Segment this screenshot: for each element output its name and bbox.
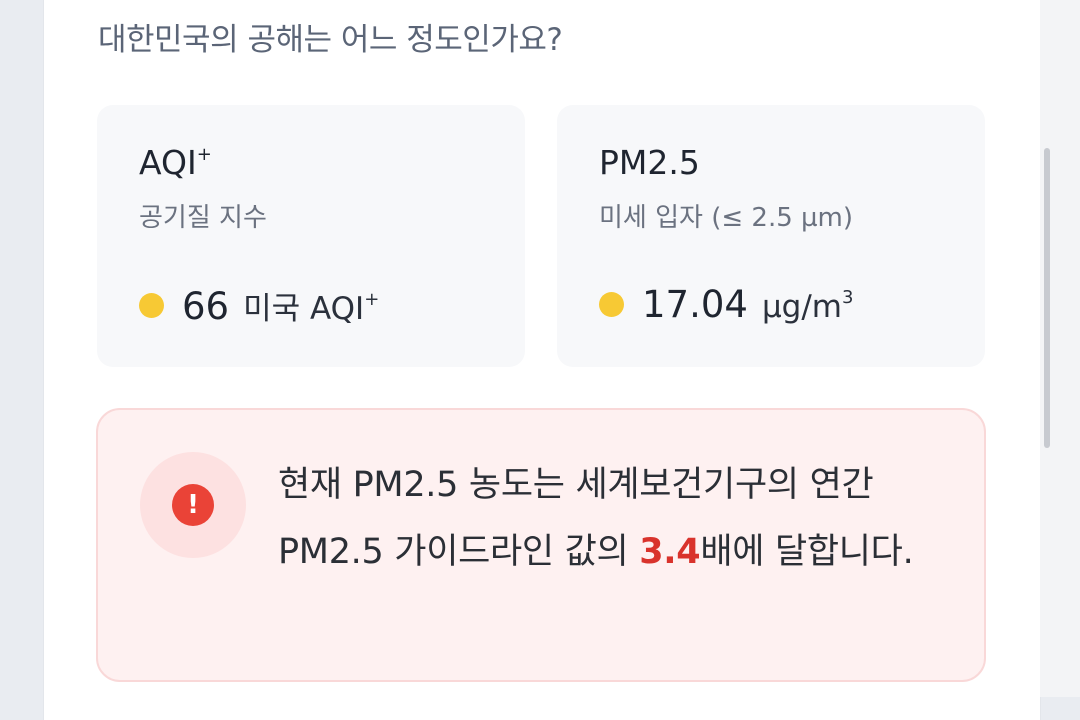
aqi-card: AQI+ 공기질 지수 66 미국 AQI+ <box>97 105 525 367</box>
alert-icon-background: ! <box>140 452 246 558</box>
pm25-subtitle: 미세 입자 (≤ 2.5 µm) <box>599 203 854 233</box>
aqi-value: 66 <box>182 285 230 328</box>
pm25-reading: 17.04 µg/m3 <box>599 283 853 326</box>
pm25-status-dot <box>599 292 624 317</box>
scrollbar-thumb[interactable] <box>1044 148 1050 448</box>
alert-message: 현재 PM2.5 농도는 세계보건기구의 연간 PM2.5 가이드라인 값의 3… <box>278 465 914 572</box>
pm25-unit: µg/m3 <box>761 287 854 325</box>
pm25-title: PM2.5 <box>599 143 700 182</box>
pm25-value: 17.04 <box>642 283 748 326</box>
alert-multiplier: 3.4 <box>639 532 701 572</box>
section-question: 대한민국의 공해는 어느 정도인가요? <box>98 22 563 58</box>
pm25-alert: ! 현재 PM2.5 농도는 세계보건기구의 연간 PM2.5 가이드라인 값의… <box>96 408 986 682</box>
pm25-card: PM2.5 미세 입자 (≤ 2.5 µm) 17.04 µg/m3 <box>557 105 985 367</box>
aqi-subtitle: 공기질 지수 <box>139 203 267 233</box>
aqi-title: AQI+ <box>139 143 212 182</box>
aqi-status-dot <box>139 293 164 318</box>
exclamation-icon: ! <box>172 484 214 526</box>
aqi-unit: 미국 AQI+ <box>243 289 380 327</box>
aqi-reading: 66 미국 AQI+ <box>139 283 379 328</box>
